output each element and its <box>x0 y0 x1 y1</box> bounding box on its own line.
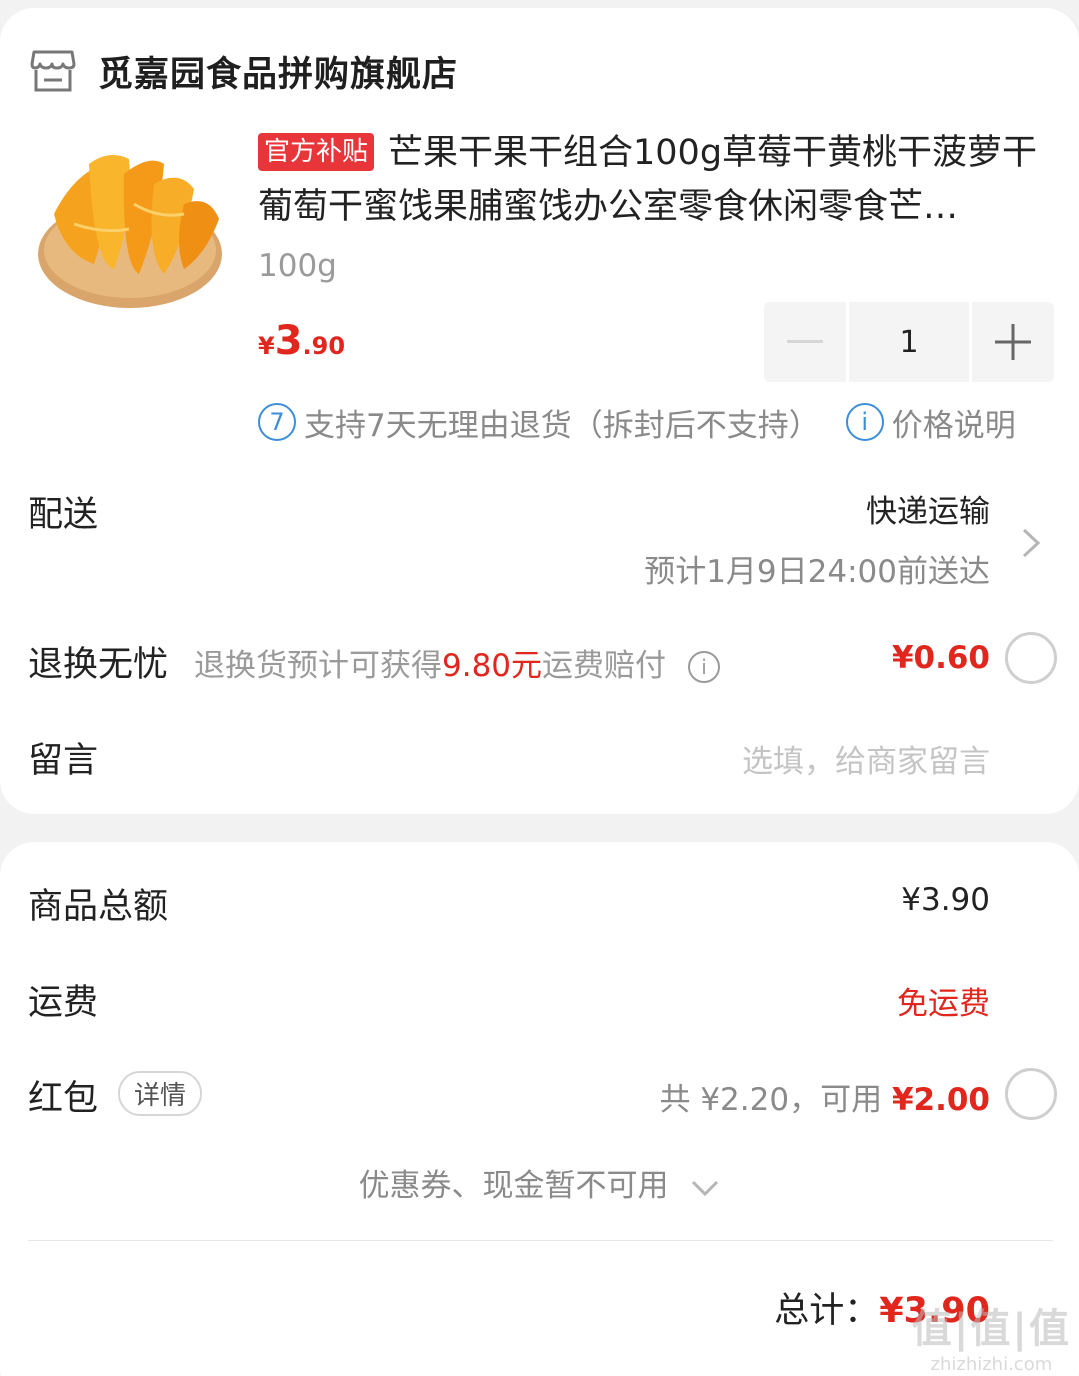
watermark-sub: zhizhizhi.com <box>930 1354 1053 1375</box>
product-title-text: 芒果干果干组合100g草莓干黄桃干菠萝干葡萄干蜜饯果脯蜜饯办公室零食休闲零食芒… <box>258 133 1038 227</box>
product-price: ¥3.90 <box>258 318 345 364</box>
quantity-stepper: 1 <box>764 302 1054 382</box>
seven-day-return-icon: 7 <box>258 403 296 441</box>
service-policy-row: 7 支持7天无理由退货（拆封后不支持） i 价格说明 <box>258 400 1016 444</box>
quantity-value[interactable]: 1 <box>849 302 969 382</box>
watermark-main: 值|值|值 <box>911 1306 1071 1352</box>
info-icon[interactable]: i <box>688 651 721 683</box>
shop-header[interactable]: 觅嘉园食品拼购旗舰店 <box>28 40 458 102</box>
redpacket-usable: ¥2.00 <box>891 1082 990 1118</box>
chevron-down-icon <box>692 1180 719 1196</box>
store-icon <box>30 50 76 92</box>
shipping-value: 免运费 <box>897 986 990 1022</box>
redpacket-label: 红包 <box>28 1079 99 1119</box>
price-explanation-link[interactable]: 价格说明 <box>892 400 1016 445</box>
return-insurance-price: ¥0.60 <box>891 640 990 676</box>
delivery-eta: 预计1月9日24:00前送达 <box>644 554 990 590</box>
official-subsidy-tag: 官方补贴 <box>258 133 375 171</box>
redpacket-info: 共 ¥2.20，可用 ¥2.00 <box>659 1074 990 1119</box>
info-icon[interactable]: i <box>845 403 884 441</box>
chevron-right-icon[interactable] <box>1018 526 1044 560</box>
shipping-label: 运费 <box>28 983 99 1023</box>
message-label: 留言 <box>28 741 99 781</box>
redpacket-row: 红包 详情 <box>28 1070 203 1121</box>
return-desc-amount: 9.80元 <box>442 648 543 684</box>
product-sku[interactable]: 100g <box>258 248 337 284</box>
total-label: 总计： <box>774 1291 880 1331</box>
return-insurance-desc: 退换货预计可获得9.80元运费赔付 i <box>194 640 721 685</box>
return-desc-prefix: 退换货预计可获得 <box>194 648 442 684</box>
goods-total-label: 商品总额 <box>28 887 169 927</box>
goods-total-value: ¥3.90 <box>901 882 990 918</box>
increase-quantity-button[interactable] <box>972 302 1054 382</box>
watermark-logo: 值|值|值 zhizhizhi.com <box>912 1296 1071 1375</box>
redpacket-radio[interactable] <box>1005 1068 1057 1120</box>
return-insurance-label: 退换无忧 <box>28 645 169 685</box>
delivery-label: 配送 <box>28 495 99 535</box>
message-input[interactable]: 选填，给商家留言 <box>742 736 990 781</box>
return-insurance-radio[interactable] <box>1005 632 1057 684</box>
coupon-row[interactable]: 优惠券、现金暂不可用 <box>0 1160 1079 1205</box>
return-policy-text[interactable]: 支持7天无理由退货（拆封后不支持） <box>304 400 820 445</box>
dried-mango-image[interactable] <box>34 134 226 316</box>
price-currency: ¥ <box>258 332 275 360</box>
product-title[interactable]: 官方补贴 芒果干果干组合100g草莓干黄桃干菠萝干葡萄干蜜饯果脯蜜饯办公室零食休闲… <box>258 126 1053 234</box>
decrease-quantity-button[interactable] <box>764 302 846 382</box>
price-decimal: .90 <box>302 332 346 360</box>
divider <box>28 1240 1053 1241</box>
return-desc-suffix: 运费赔付 <box>542 648 667 684</box>
coupon-text: 优惠券、现金暂不可用 <box>358 1168 669 1204</box>
shop-name: 觅嘉园食品拼购旗舰店 <box>98 54 459 95</box>
plus-icon <box>995 324 1031 360</box>
minus-icon <box>787 340 823 343</box>
redpacket-detail-button[interactable]: 详情 <box>118 1071 203 1116</box>
order-item-card: 觅嘉园食品拼购旗舰店 官方补贴 芒果干果干组合100g草莓干黄桃干菠萝干葡萄干蜜饯… <box>0 8 1079 814</box>
delivery-method[interactable]: 快递运输 <box>866 486 990 531</box>
price-integer: 3 <box>274 318 303 364</box>
redpacket-total: 共 ¥2.20，可用 <box>659 1082 892 1118</box>
